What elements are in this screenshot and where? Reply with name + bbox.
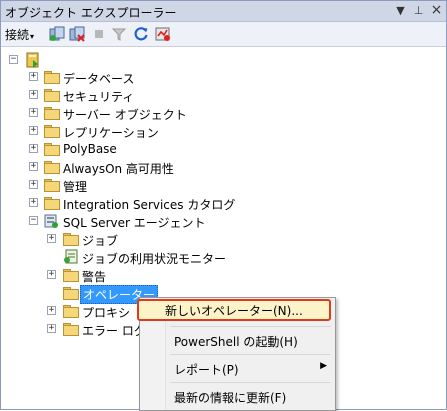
menu-item-powershell[interactable]: PowerShell の起動(H) [166,329,333,351]
menu-item-label: レポート(P) [174,363,239,377]
menu-item-refresh[interactable]: 最新の情報に更新(F) [166,385,333,407]
folder-icon [44,125,60,138]
expand-icon[interactable]: + [29,90,38,99]
collapse-icon[interactable]: − [9,55,18,64]
menu-separator [170,382,331,383]
activity-monitor-icon[interactable] [155,26,171,42]
pin-icon[interactable]: ⊥ [411,3,426,18]
tree-node-label: AlwaysOn 高可用性 [63,162,174,176]
expand-icon[interactable]: + [47,270,56,279]
stop-icon[interactable] [91,26,107,42]
folder-icon [44,179,60,192]
tree-node-label: 管理 [63,180,88,194]
expand-icon[interactable]: + [29,126,38,135]
menu-separator [170,326,331,327]
refresh-icon[interactable] [133,26,149,42]
submenu-arrow-icon: ▶ [320,361,327,371]
close-icon[interactable]: × [429,3,444,18]
folder-icon [63,323,79,336]
job-monitor-icon [63,249,79,265]
folder-icon [44,197,60,210]
folder-icon [63,287,79,300]
connect-label: 接続 [5,28,30,42]
folder-icon [44,71,60,84]
menu-item-reports[interactable]: レポート(P) ▶ [166,357,333,379]
tree-node-label: PolyBase [63,142,117,156]
expand-icon[interactable]: + [29,72,38,81]
menu-separator [170,354,331,355]
tree-node-label: レプリケーション [63,126,159,140]
register-server-icon[interactable] [49,26,65,42]
menu-item-label: 最新の情報に更新(F) [174,391,287,405]
server-icon [25,52,41,68]
chevron-down-icon: ▾ [30,32,35,41]
filter-icon[interactable] [111,26,127,42]
panel-title: オブジェクト エクスプローラー [5,6,177,20]
tree-node-label: ジョブの利用状況モニター [82,252,227,266]
tree-node-label: ジョブ [82,234,119,248]
tree-node-label: サーバー オブジェクト [63,108,187,122]
expand-icon[interactable]: + [29,198,38,207]
tree-node-label: 警告 [82,270,107,284]
title-bar: オブジェクト エクスプローラー ▼ ⊥ × [1,1,446,22]
folder-icon [63,269,79,282]
tree-node-label: データベース [63,72,135,86]
tree-node-label: プロキシ [82,306,131,320]
dropdown-icon[interactable]: ▼ [393,3,408,18]
toolbar: 接続▾ [1,22,446,47]
expand-icon[interactable]: + [47,324,56,333]
folder-icon [63,233,79,246]
sql-agent-icon [43,213,59,229]
expand-icon[interactable]: + [29,162,38,171]
tree-node-label: セキュリティ [63,90,135,104]
tree-node-label: エラー ログ [82,324,146,338]
object-explorer-panel: オブジェクト エクスプローラー ▼ ⊥ × 接続▾ − + データベース + セ… [0,0,447,411]
folder-icon [44,89,60,102]
tree-node-label: SQL Server エージェント [63,216,206,230]
folder-icon [63,305,79,318]
tree-node-label: Integration Services カタログ [63,198,236,212]
disconnect-icon[interactable] [69,26,85,42]
expand-icon[interactable]: + [29,108,38,117]
folder-icon [44,161,60,174]
expand-icon[interactable]: + [47,234,56,243]
menu-item-label: PowerShell の起動(H) [174,335,298,349]
highlighted-menu-label: 新しいオペレーター(N)... [165,304,303,318]
folder-icon [44,107,60,120]
expand-icon[interactable]: + [29,144,38,153]
expand-icon[interactable]: + [29,180,38,189]
connect-button[interactable]: 接続▾ [5,26,34,43]
collapse-icon[interactable]: − [29,216,38,225]
expand-icon[interactable]: + [47,306,56,315]
folder-icon [44,143,60,156]
